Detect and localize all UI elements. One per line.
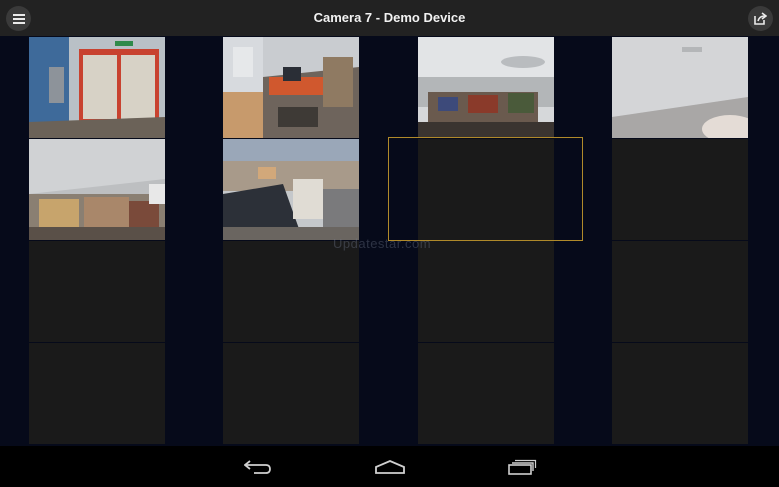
recent-apps-button[interactable]: [502, 454, 542, 480]
camera-tile-6[interactable]: [223, 139, 359, 240]
camera-feed-door: [29, 37, 165, 138]
action-bar: Camera 7 - Demo Device: [0, 0, 779, 36]
camera-tile-8[interactable]: [612, 139, 748, 240]
camera-tile-1[interactable]: [29, 37, 165, 138]
camera-tile-11[interactable]: [418, 241, 554, 342]
camera-tile-5[interactable]: [29, 139, 165, 240]
camera-tile-13[interactable]: [29, 343, 165, 444]
share-button[interactable]: [748, 6, 773, 31]
selected-tile-outline: [388, 137, 583, 241]
camera-tile-4[interactable]: [612, 37, 748, 138]
camera-feed-storage: [29, 139, 165, 240]
camera-feed-corridor: [612, 37, 748, 138]
home-button[interactable]: [370, 454, 410, 480]
camera-tile-9[interactable]: [29, 241, 165, 342]
camera-tile-10[interactable]: [223, 241, 359, 342]
camera-tile-14[interactable]: [223, 343, 359, 444]
camera-feed-office-overview: [418, 37, 554, 138]
camera-tile-16[interactable]: [612, 343, 748, 444]
watermark: Updatestar.com: [333, 236, 432, 251]
camera-tile-2[interactable]: [223, 37, 359, 138]
camera-feed-office-desk: [223, 37, 359, 138]
camera-tile-12[interactable]: [612, 241, 748, 342]
camera-tile-3[interactable]: [418, 37, 554, 138]
home-icon: [375, 460, 405, 474]
back-button[interactable]: [238, 454, 278, 480]
share-icon: [754, 12, 767, 25]
page-title: Camera 7 - Demo Device: [313, 10, 466, 25]
camera-tile-15[interactable]: [418, 343, 554, 444]
recent-apps-icon: [508, 459, 537, 475]
back-icon: [244, 460, 271, 474]
camera-feed-warehouse: [223, 139, 359, 240]
system-nav-bar: [0, 446, 779, 487]
